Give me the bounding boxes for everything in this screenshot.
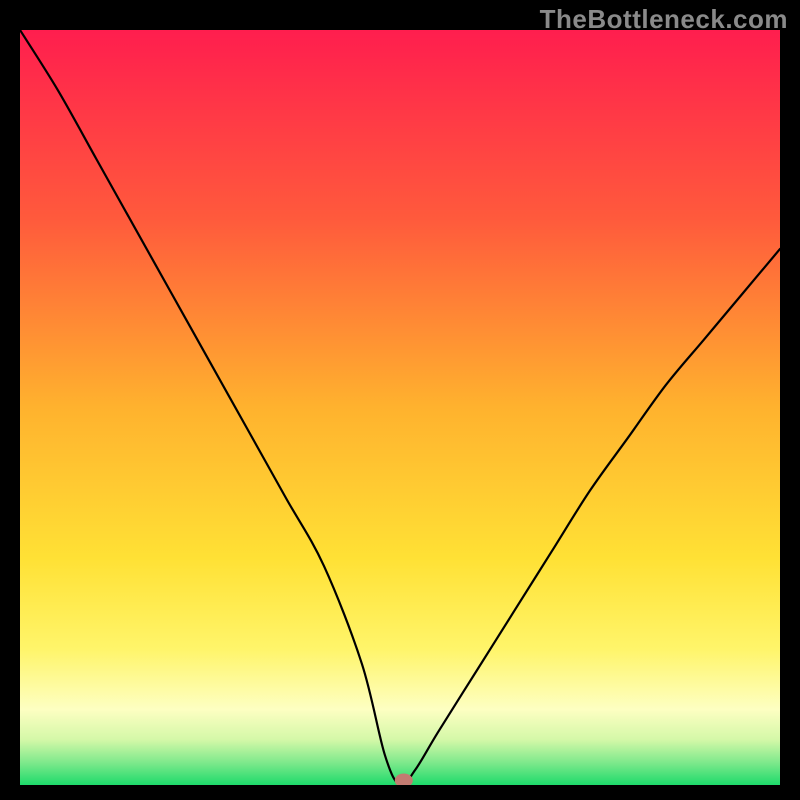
watermark-text: TheBottleneck.com bbox=[540, 4, 788, 35]
plot-area bbox=[20, 30, 780, 785]
chart-frame: TheBottleneck.com bbox=[0, 0, 800, 800]
chart-svg bbox=[20, 30, 780, 785]
gradient-background bbox=[20, 30, 780, 785]
